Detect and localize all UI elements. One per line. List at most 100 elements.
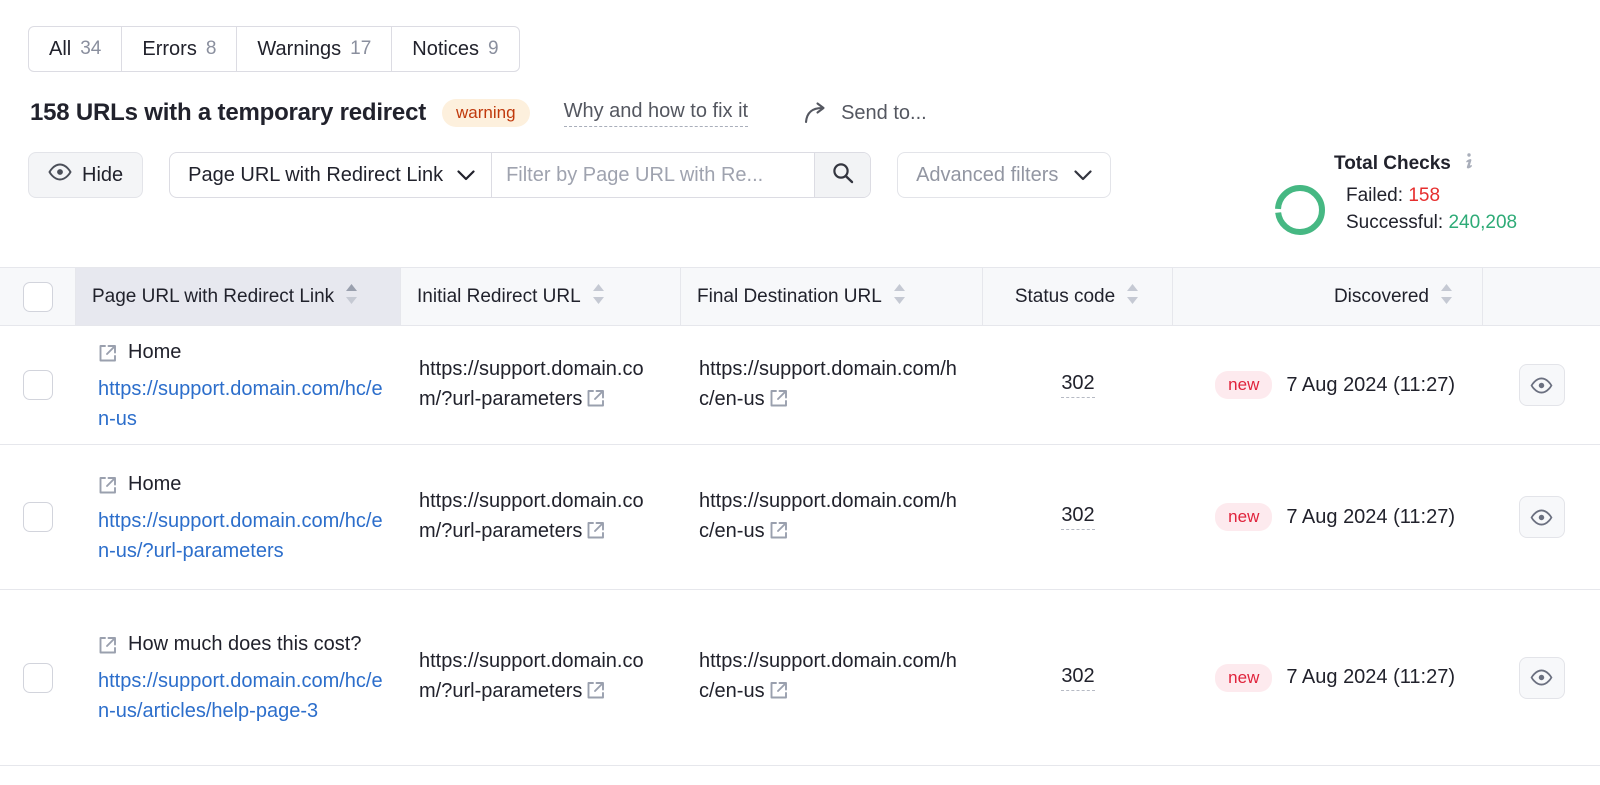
cell-final-destination-url: https://support.domain.com/hc/en-us: [681, 590, 983, 765]
issue-tabs: All 34 Errors 8 Warnings 17 Notices 9: [28, 26, 520, 72]
tab-notices-count: 9: [487, 38, 499, 59]
search-icon: [831, 161, 855, 190]
total-checks-failed-label: Failed:: [1346, 185, 1404, 207]
search-button[interactable]: [814, 153, 871, 197]
initial-redirect-url-text: https://support.domain.com/?url-paramete…: [419, 650, 644, 702]
page-entity-title[interactable]: Home: [98, 469, 391, 504]
total-checks-donut-chart: [1272, 182, 1328, 238]
row-preview-button[interactable]: [1518, 496, 1565, 538]
total-checks-panel: Total Checks Failed: 158 Successful: 240…: [1272, 152, 1572, 238]
select-all-cell: [0, 268, 76, 325]
cell-status-code: 302: [983, 445, 1173, 589]
cell-actions: [1483, 445, 1600, 589]
tab-warnings-count: 17: [350, 38, 372, 59]
page-url-link[interactable]: https://support.domain.com/hc/en-us/arti…: [98, 666, 391, 726]
issue-tabs-container: All 34 Errors 8 Warnings 17 Notices 9: [0, 0, 1600, 72]
cell-initial-redirect-url: https://support.domain.com/?url-paramete…: [401, 445, 681, 589]
final-destination-url-text: https://support.domain.com/hc/en-us: [699, 489, 957, 542]
why-and-how-to-fix-link[interactable]: Why and how to fix it: [563, 100, 749, 127]
row-checkbox[interactable]: [23, 502, 53, 532]
discovered-date: 7 Aug 2024 (11:27): [1286, 505, 1455, 528]
page-entity-title-text: Home: [128, 472, 182, 495]
final-destination-url-text: https://support.domain.com/hc/en-us: [699, 357, 957, 410]
total-checks-successful-label: Successful:: [1346, 212, 1444, 233]
status-code-value[interactable]: 302: [1061, 504, 1095, 530]
status-code-value[interactable]: 302: [1061, 665, 1095, 691]
tab-errors-label: Errors: [142, 37, 197, 60]
column-header-initial-redirect-url[interactable]: Initial Redirect URL: [401, 268, 681, 325]
discovered-date: 7 Aug 2024 (11:27): [1286, 373, 1455, 396]
row-select-cell: [0, 326, 76, 444]
external-link-icon[interactable]: [586, 679, 605, 709]
issue-header: 158 URLs with a temporary redirect warni…: [0, 72, 1600, 128]
total-checks-failed-value: 158: [1408, 185, 1441, 207]
row-preview-button[interactable]: [1518, 364, 1565, 406]
tab-notices-label: Notices: [412, 37, 479, 60]
info-icon[interactable]: [1461, 152, 1477, 176]
send-to-label: Send to...: [841, 101, 927, 124]
total-checks-successful-row: Successful: 240,208: [1346, 210, 1517, 237]
cell-discovered: new 7 Aug 2024 (11:27): [1173, 326, 1483, 444]
initial-redirect-url-text: https://support.domain.com/?url-paramete…: [419, 357, 644, 410]
chevron-down-icon: [1074, 164, 1092, 187]
external-link-icon[interactable]: [769, 387, 788, 417]
column-header-final-destination-url-label: Final Destination URL: [697, 285, 882, 307]
external-link-icon[interactable]: [769, 519, 788, 549]
total-checks-title: Total Checks: [1334, 153, 1451, 174]
page-url-link[interactable]: https://support.domain.com/hc/en-us: [98, 374, 391, 434]
row-checkbox[interactable]: [23, 662, 53, 693]
column-header-final-destination-url[interactable]: Final Destination URL: [681, 268, 983, 325]
cell-status-code: 302: [983, 326, 1173, 444]
row-select-cell: [0, 445, 76, 589]
page-entity-title-text: How much does this cost?: [128, 633, 362, 655]
external-link-icon: [98, 634, 117, 664]
tab-all[interactable]: All 34: [29, 27, 123, 71]
table-row: Home https://support.domain.com/hc/en-us…: [0, 326, 1600, 445]
page-entity-title[interactable]: How much does this cost?: [98, 629, 391, 664]
cell-discovered: new 7 Aug 2024 (11:27): [1173, 590, 1483, 765]
select-all-checkbox[interactable]: [22, 281, 53, 312]
sort-icon: [1439, 283, 1454, 311]
search-input[interactable]: [492, 153, 815, 197]
column-select[interactable]: Page URL with Redirect Link: [170, 153, 491, 197]
column-select-value: Page URL with Redirect Link: [188, 163, 444, 186]
status-code-value[interactable]: 302: [1061, 372, 1095, 398]
tab-warnings[interactable]: Warnings 17: [237, 27, 393, 71]
tab-errors[interactable]: Errors 8: [122, 27, 238, 71]
advanced-filters-label: Advanced filters: [916, 163, 1059, 186]
column-header-status-code[interactable]: Status code: [983, 268, 1173, 325]
total-checks-successful-value: 240,208: [1448, 212, 1518, 233]
cell-page-url: How much does this cost? https://support…: [76, 590, 401, 765]
send-to-button[interactable]: Send to...: [804, 102, 927, 125]
table-row: Home https://support.domain.com/hc/en-us…: [0, 445, 1600, 590]
row-checkbox[interactable]: [23, 370, 53, 400]
column-header-page-url[interactable]: Page URL with Redirect Link: [76, 268, 401, 325]
sort-icon: [344, 283, 359, 311]
external-link-icon[interactable]: [586, 387, 605, 417]
page-entity-title-text: Home: [128, 340, 182, 363]
initial-redirect-url-text: https://support.domain.com/?url-paramete…: [419, 489, 644, 542]
row-preview-button[interactable]: [1518, 656, 1565, 699]
external-link-icon[interactable]: [586, 519, 605, 549]
external-link-icon: [98, 474, 117, 504]
column-header-discovered[interactable]: Discovered: [1173, 268, 1483, 325]
cell-final-destination-url: https://support.domain.com/hc/en-us: [681, 326, 983, 444]
hide-button-label: Hide: [82, 163, 124, 186]
eye-icon: [48, 163, 72, 187]
cell-final-destination-url: https://support.domain.com/hc/en-us: [681, 445, 983, 589]
advanced-filters-button[interactable]: Advanced filters: [897, 152, 1112, 198]
page-url-link[interactable]: https://support.domain.com/hc/en-us/?url…: [98, 506, 391, 566]
row-select-cell: [0, 590, 76, 765]
tab-errors-count: 8: [205, 38, 217, 59]
page-entity-title[interactable]: Home: [98, 337, 391, 372]
external-link-icon[interactable]: [769, 679, 788, 709]
new-badge: new: [1215, 503, 1273, 531]
total-checks-failed-row: Failed: 158: [1346, 183, 1517, 210]
tab-all-count: 34: [80, 38, 102, 59]
share-arrow-icon: [804, 102, 830, 124]
cell-initial-redirect-url: https://support.domain.com/?url-paramete…: [401, 326, 681, 444]
hide-button[interactable]: Hide: [28, 152, 144, 198]
sort-icon: [1125, 283, 1140, 311]
table-header-row: Page URL with Redirect Link Initial Redi…: [0, 267, 1600, 326]
tab-notices[interactable]: Notices 9: [392, 27, 518, 71]
